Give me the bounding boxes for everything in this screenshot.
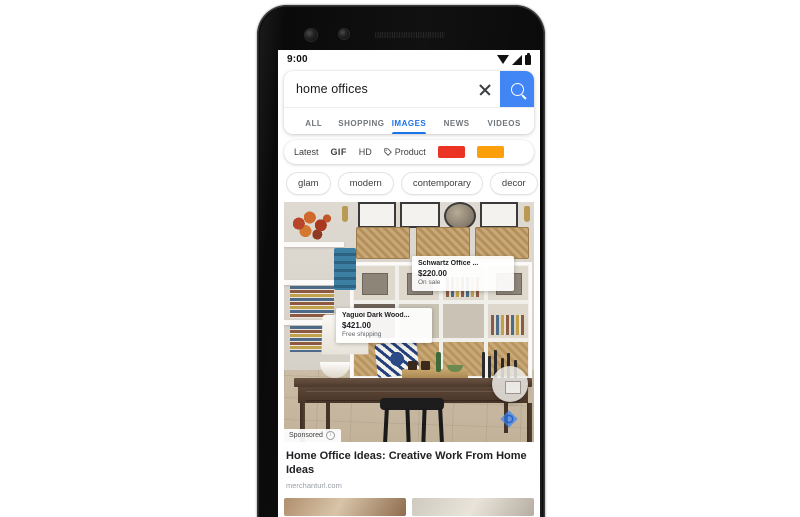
screenshot-root: 9:00 home offices ALL SHOPPING IMAGES NE… [0, 0, 800, 517]
search-tabs: ALL SHOPPING IMAGES NEWS VIDEOS [284, 108, 534, 134]
product-tag-subtext: On sale [418, 279, 441, 286]
product-tag-title: Yaguoi Dark Wood... [342, 312, 410, 319]
suggestion-chips: glam modern contemporary decor [278, 164, 540, 202]
status-time: 9:00 [287, 54, 308, 65]
wifi-icon [497, 55, 509, 64]
product-tag-price: $421.00 [342, 321, 371, 330]
flower-arrangement [290, 210, 334, 244]
cubby-cell [354, 266, 395, 300]
result-thumbnail[interactable] [284, 497, 406, 516]
next-results-row [284, 497, 534, 516]
search-submit-button[interactable] [500, 71, 534, 107]
lens-magnifier-bubble[interactable] [492, 366, 528, 402]
filter-product-label: Product [394, 147, 426, 157]
filter-latest[interactable]: Latest [294, 147, 319, 157]
chip-glam[interactable]: glam [286, 172, 331, 195]
result-url: merchanturl.com [286, 480, 342, 490]
info-icon[interactable]: i [325, 431, 335, 440]
front-camera-icon [305, 29, 317, 41]
tab-all[interactable]: ALL [290, 119, 338, 134]
product-tag-price: $220.00 [418, 269, 447, 278]
status-icons [497, 52, 531, 65]
chair-seat [380, 398, 444, 410]
cubby-cell [487, 304, 528, 338]
product-tag-yaguoi-desk[interactable]: Yaguoi Dark Wood... $421.00 Free shippin… [336, 308, 432, 343]
wall-art-3 [480, 202, 518, 228]
earpiece-speaker [375, 32, 445, 38]
wall-art-1 [358, 202, 396, 228]
phone-screen: 9:00 home offices ALL SHOPPING IMAGES NE… [278, 50, 540, 517]
filter-bar: Latest GIF HD Product [284, 140, 534, 164]
phone-top-bezel [257, 5, 545, 50]
google-lens-icon[interactable] [498, 408, 520, 430]
filter-gif[interactable]: GIF [331, 147, 347, 157]
top-basket-1 [356, 227, 410, 259]
sponsored-badge: Sponsored i [284, 429, 341, 442]
tray-object [408, 361, 417, 370]
tab-videos[interactable]: VIDEOS [480, 119, 528, 134]
secondary-camera-icon [339, 29, 349, 39]
chip-decor[interactable]: decor [489, 172, 538, 195]
search-input[interactable]: home offices [296, 82, 474, 96]
result-thumbnail[interactable] [412, 497, 534, 516]
red-swatch[interactable] [437, 146, 465, 158]
wall-mirror [444, 202, 476, 230]
tray-object [421, 361, 430, 370]
result-title[interactable]: Home Office Ideas: Creative Work From Ho… [286, 450, 532, 478]
tab-shopping[interactable]: SHOPPING [338, 119, 386, 134]
shelf-vase-2 [524, 206, 530, 222]
shelf-vase-1 [342, 206, 348, 222]
search-bar[interactable]: home offices [284, 71, 534, 108]
product-tag-subtext: Free shipping [342, 331, 382, 338]
product-tag-schwartz-office[interactable]: Schwartz Office ... $220.00 On sale [412, 256, 514, 291]
filter-bar-wrapper: Latest GIF HD Product [278, 134, 540, 164]
book-stack-1 [290, 286, 334, 318]
wall-art-2 [400, 202, 440, 228]
status-bar: 9:00 [278, 50, 540, 69]
filter-hd[interactable]: HD [359, 147, 372, 157]
close-icon[interactable] [474, 78, 496, 100]
phone-device: 9:00 home offices ALL SHOPPING IMAGES NE… [257, 5, 545, 517]
result-image[interactable]: Schwartz Office ... $220.00 On sale Yagu… [284, 202, 534, 442]
tab-news[interactable]: NEWS [433, 119, 481, 134]
signal-icon [512, 54, 522, 65]
result-caption: Home Office Ideas: Creative Work From Ho… [278, 442, 540, 492]
blue-wall-panel [334, 248, 356, 290]
green-bottle [436, 352, 441, 372]
search-card: home offices ALL SHOPPING IMAGES NEWS VI… [284, 71, 534, 134]
filter-product[interactable]: Product [384, 147, 426, 157]
battery-icon [525, 52, 531, 65]
top-basket-2 [416, 227, 470, 259]
product-tag-title: Schwartz Office ... [418, 260, 479, 267]
desk-leg [527, 403, 532, 442]
tab-images[interactable]: IMAGES [385, 119, 433, 134]
top-basket-3 [475, 227, 529, 259]
search-icon [510, 82, 524, 96]
tag-icon [384, 148, 392, 156]
sponsored-label: Sponsored [289, 432, 323, 439]
chip-modern[interactable]: modern [337, 172, 394, 195]
orange-swatch[interactable] [476, 146, 504, 158]
chip-contemporary[interactable]: contemporary [400, 172, 483, 195]
cubby-cell [443, 304, 484, 338]
